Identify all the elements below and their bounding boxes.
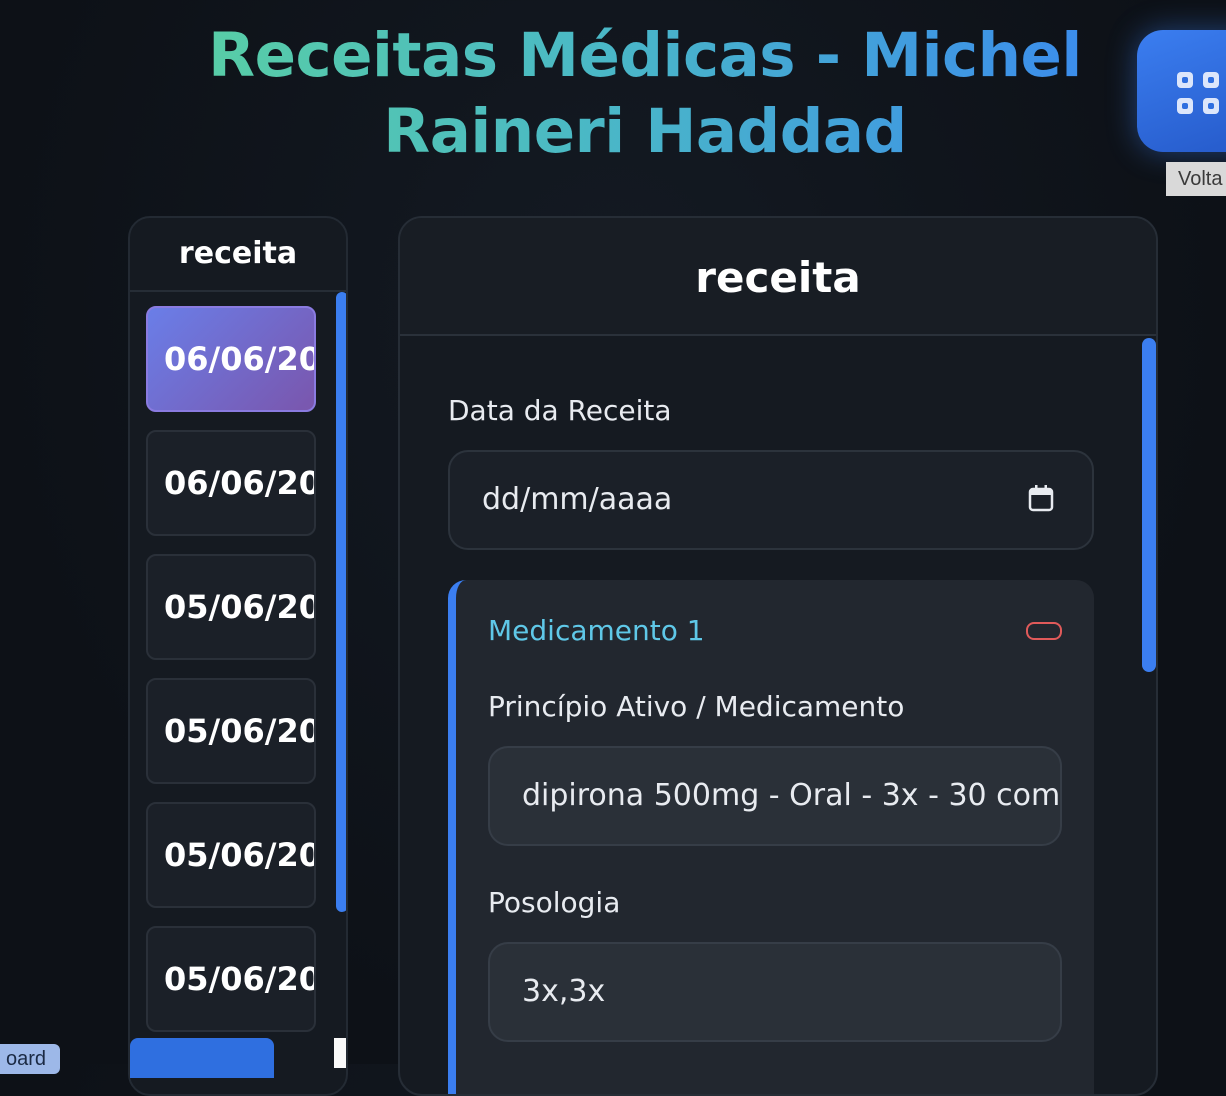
- page-title: Receitas Médicas - Michel Raineri Haddad: [150, 18, 1140, 170]
- dashboard-tag[interactable]: oard: [0, 1044, 60, 1074]
- drug-label: Princípio Ativo / Medicamento: [488, 690, 905, 723]
- prescription-date-item[interactable]: 06/06/2025: [146, 430, 316, 536]
- medication-title: Medicamento 1: [488, 614, 705, 647]
- prescription-form-panel: receita Data da Receita dd/mm/aaaa Medic…: [398, 216, 1158, 1096]
- medication-card: Medicamento 1 Princípio Ativo / Medicame…: [448, 580, 1094, 1094]
- form-scrollbar-thumb[interactable]: [1142, 338, 1156, 672]
- grid-apps-icon: [1177, 72, 1221, 116]
- prescription-date-item[interactable]: 05/06/2025: [146, 554, 316, 660]
- sidebar-scrollbar-thumb[interactable]: [336, 292, 346, 912]
- sidebar-action-button[interactable]: [130, 1038, 274, 1078]
- date-label: Data da Receita: [448, 394, 672, 427]
- drug-input[interactable]: dipirona 500mg - Oral - 3x - 30 comprimi…: [488, 746, 1062, 846]
- prescription-date-item[interactable]: 05/06/2025: [146, 678, 316, 784]
- prescription-form-header: receita: [400, 218, 1156, 336]
- calendar-icon[interactable]: [1028, 484, 1054, 512]
- dosage-input[interactable]: 3x,3x: [488, 942, 1062, 1042]
- sidebar-scrollbar[interactable]: [332, 290, 346, 1094]
- dosage-label: Posologia: [488, 886, 621, 919]
- back-tooltip: Volta: [1166, 162, 1226, 196]
- prescription-date-item[interactable]: 05/06/2025: [146, 802, 316, 908]
- date-placeholder: dd/mm/aaaa: [482, 482, 673, 517]
- prescription-list-header: receita: [130, 218, 346, 292]
- prescription-date-item[interactable]: 06/06/2025: [146, 306, 316, 412]
- remove-medication-button[interactable]: [1026, 622, 1062, 640]
- prescription-list: 06/06/2025 06/06/2025 05/06/2025 05/06/2…: [146, 306, 316, 1050]
- prescription-date-item[interactable]: 05/06/2025: [146, 926, 316, 1032]
- prescription-date-input[interactable]: dd/mm/aaaa: [448, 450, 1094, 550]
- apps-menu-button[interactable]: [1137, 30, 1226, 152]
- prescription-list-panel: receita 06/06/2025 06/06/2025 05/06/2025…: [128, 216, 348, 1096]
